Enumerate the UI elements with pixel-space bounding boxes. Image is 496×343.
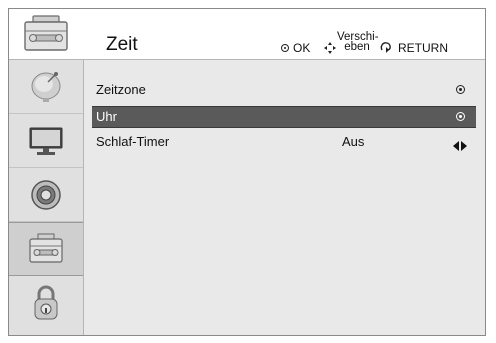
sidebar-item-time-settings[interactable] — [9, 222, 83, 276]
radio-icon — [456, 112, 466, 122]
page-title: Zeit — [106, 34, 138, 55]
sidebar-item-picture[interactable] — [9, 114, 83, 168]
menu-item-zeitzone[interactable]: Zeitzone — [92, 80, 476, 100]
header-bar: Zeit OK Verschi- eben RETURN — [9, 9, 485, 60]
osd-menu-window: Zeit OK Verschi- eben RETURN Zeitzone Uh… — [8, 8, 486, 336]
speaker-icon — [31, 179, 61, 210]
hint-move-label-line2: eben — [344, 41, 370, 53]
hint-return: RETURN — [379, 39, 448, 57]
category-sidebar — [9, 60, 84, 335]
hint-move-label: Verschi- eben — [337, 31, 379, 53]
toolbox-icon — [19, 14, 73, 54]
hint-ok-label: OK — [293, 41, 311, 55]
menu-item-value: Aus — [342, 134, 365, 149]
sidebar-item-lock[interactable] — [9, 276, 83, 330]
menu-item-label: Schlaf-Timer — [96, 134, 170, 149]
satellite-dish-icon — [31, 71, 61, 102]
toolbox-icon — [29, 233, 63, 263]
settings-panel: Zeitzone Uhr Schlaf-Timer Aus — [84, 60, 485, 335]
menu-item-schlaf-timer[interactable]: Schlaf-Timer Aus — [92, 132, 476, 152]
hint-ok: OK — [281, 39, 310, 57]
monitor-icon — [29, 127, 63, 155]
lock-icon — [34, 285, 58, 320]
return-arrow-icon — [380, 42, 391, 53]
menu-item-label: Zeitzone — [96, 82, 146, 97]
hint-return-label: RETURN — [398, 41, 448, 55]
hint-move: Verschi- eben — [323, 31, 383, 57]
sidebar-item-audio[interactable] — [9, 168, 83, 222]
sidebar-item-channels[interactable] — [9, 60, 83, 114]
ok-button-icon — [281, 44, 289, 52]
radio-icon — [456, 85, 466, 95]
menu-item-uhr[interactable]: Uhr — [92, 106, 476, 128]
left-right-arrows-icon[interactable] — [452, 137, 468, 151]
navigation-arrows-icon — [324, 42, 336, 54]
menu-item-label: Uhr — [96, 109, 117, 124]
